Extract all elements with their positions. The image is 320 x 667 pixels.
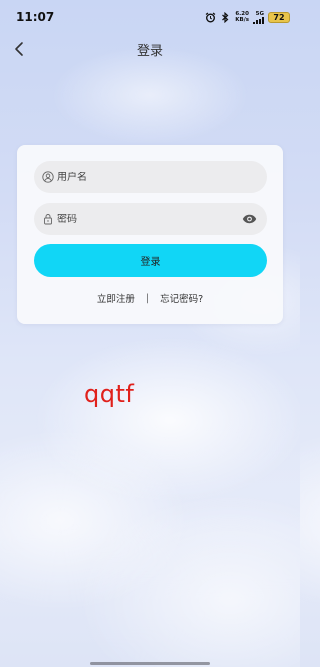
status-icons: 6.20 KB/s 5G 72 <box>205 11 290 24</box>
bluetooth-icon <box>220 11 231 23</box>
battery-level: 72 <box>273 12 285 22</box>
password-input[interactable] <box>57 213 241 225</box>
forgot-password-link[interactable]: 忘记密码? <box>160 291 203 305</box>
net-speed: 6.20 KB/s <box>235 11 249 23</box>
chevron-left-icon <box>15 42 23 56</box>
username-field[interactable] <box>34 161 267 193</box>
battery-icon: 72 <box>268 11 290 23</box>
user-icon <box>42 171 54 183</box>
login-button[interactable]: 登录 <box>34 244 267 277</box>
alarm-icon <box>205 12 216 23</box>
username-input[interactable] <box>57 171 257 183</box>
link-divider: | <box>145 292 150 304</box>
register-link[interactable]: 立即注册 <box>97 291 135 305</box>
auth-links: 立即注册 | 忘记密码? <box>17 291 283 306</box>
header: 登录 <box>0 34 300 64</box>
handwritten-annotation: qqtf <box>84 380 135 408</box>
password-field[interactable] <box>34 203 267 235</box>
lock-icon <box>42 213 54 225</box>
net-speed-unit: KB/s <box>235 17 249 23</box>
status-time: 11:07 <box>16 10 55 24</box>
status-bar: 11:07 6.20 KB/s 5G 72 <box>0 0 300 34</box>
login-card: 登录 立即注册 | 忘记密码? <box>17 145 283 324</box>
page-title: 登录 <box>136 43 163 59</box>
back-button[interactable] <box>8 38 30 60</box>
home-indicator[interactable] <box>90 662 210 665</box>
signal-icon: 5G <box>253 11 264 24</box>
eye-icon[interactable] <box>241 213 257 225</box>
